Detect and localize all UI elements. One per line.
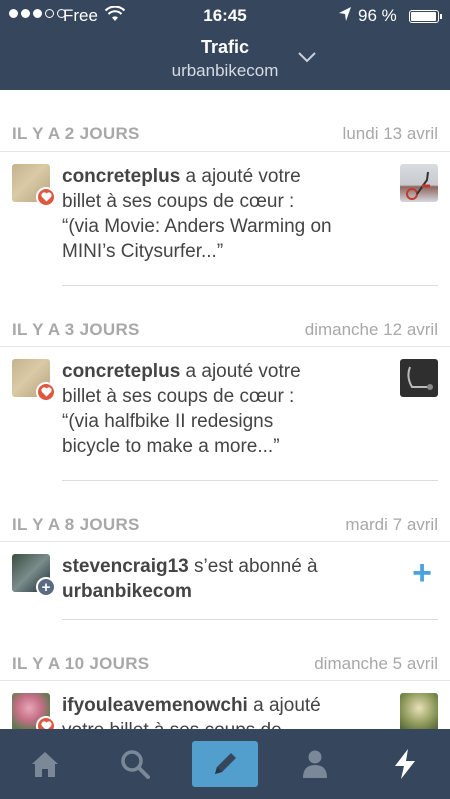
notification-action: a ajouté votre [180, 361, 301, 382]
username-link[interactable]: ifyouleavemenowchi [62, 695, 248, 716]
date-label: dimanche 5 avril [314, 654, 438, 673]
status-bar: Free 16:45 96 % [0, 0, 450, 30]
blog-name[interactable]: urbanbikecom [0, 61, 450, 81]
post-excerpt: bicycle to make a more...” [62, 436, 280, 457]
account-icon[interactable] [282, 741, 348, 787]
date-label: lundi 13 avril [342, 124, 438, 143]
post-excerpt: MINI’s Citysurfer...” [62, 241, 224, 262]
heart-icon [36, 382, 56, 402]
relative-time-label: IL Y A 8 JOURS [12, 515, 140, 534]
notification-text: concreteplus a ajouté votre billet à ses… [62, 359, 378, 459]
post-thumbnail[interactable] [400, 359, 438, 397]
username-link[interactable]: concreteplus [62, 361, 180, 382]
notification-line: billet à ses coups de cœur : [62, 191, 295, 212]
activity-feed[interactable]: IL Y A 2 JOURS lundi 13 avril concretepl… [0, 90, 450, 729]
post-excerpt: “(via Movie: Anders Warming on [62, 216, 332, 237]
notification-text: ifyouleavemenowchi a ajouté votre billet… [62, 693, 378, 729]
tab-bar [0, 729, 450, 799]
page-title[interactable]: Trafic [0, 37, 450, 58]
heart-icon [36, 716, 56, 729]
notification-action: a ajouté [247, 695, 321, 716]
blog-link[interactable]: urbanbikecom [62, 581, 192, 602]
post-excerpt: “(via halfbike II redesigns [62, 411, 274, 432]
username-link[interactable]: concreteplus [62, 166, 180, 187]
section-header: IL Y A 8 JOURS mardi 7 avril [0, 481, 450, 542]
battery-icon [409, 10, 442, 23]
notification-action: s’est abonné à [188, 556, 318, 577]
section-header: IL Y A 2 JOURS lundi 13 avril [0, 90, 450, 152]
section-header: IL Y A 3 JOURS dimanche 12 avril [0, 286, 450, 347]
battery-level [411, 12, 436, 21]
list-item[interactable]: + stevencraig13 s’est abonné à urbanbike… [0, 542, 450, 620]
post-thumbnail[interactable] [400, 164, 438, 202]
list-item[interactable]: concreteplus a ajouté votre billet à ses… [0, 347, 450, 481]
home-icon[interactable] [12, 741, 78, 787]
plus-icon: + [36, 577, 56, 597]
compose-icon[interactable] [192, 741, 258, 787]
relative-time-label: IL Y A 2 JOURS [12, 124, 140, 143]
date-label: dimanche 12 avril [304, 320, 438, 339]
list-item[interactable]: concreteplus a ajouté votre billet à ses… [0, 152, 450, 286]
relative-time-label: IL Y A 3 JOURS [12, 320, 140, 339]
date-label: mardi 7 avril [345, 515, 438, 534]
list-item[interactable]: ifyouleavemenowchi a ajouté votre billet… [0, 681, 450, 729]
notification-text: concreteplus a ajouté votre billet à ses… [62, 164, 378, 264]
notification-line: billet à ses coups de cœur : [62, 386, 295, 407]
heart-icon [36, 187, 56, 207]
relative-time-label: IL Y A 10 JOURS [12, 654, 150, 673]
search-icon[interactable] [102, 741, 168, 787]
post-thumbnail[interactable] [400, 693, 438, 729]
section-header: IL Y A 10 JOURS dimanche 5 avril [0, 620, 450, 681]
chevron-down-icon[interactable] [297, 50, 317, 68]
notification-line: votre billet à ses coups de [62, 720, 282, 729]
navigation-bar: Free 16:45 96 % Trafic urbanbikecom [0, 0, 450, 90]
activity-icon[interactable] [372, 741, 438, 787]
battery-percentage: 96 % [358, 6, 397, 25]
follow-back-button[interactable]: + [412, 556, 432, 590]
location-arrow-icon [338, 6, 352, 27]
username-link[interactable]: stevencraig13 [62, 556, 189, 577]
notification-action: a ajouté votre [180, 166, 301, 187]
notification-text: stevencraig13 s’est abonné à urbanbikeco… [62, 554, 378, 604]
